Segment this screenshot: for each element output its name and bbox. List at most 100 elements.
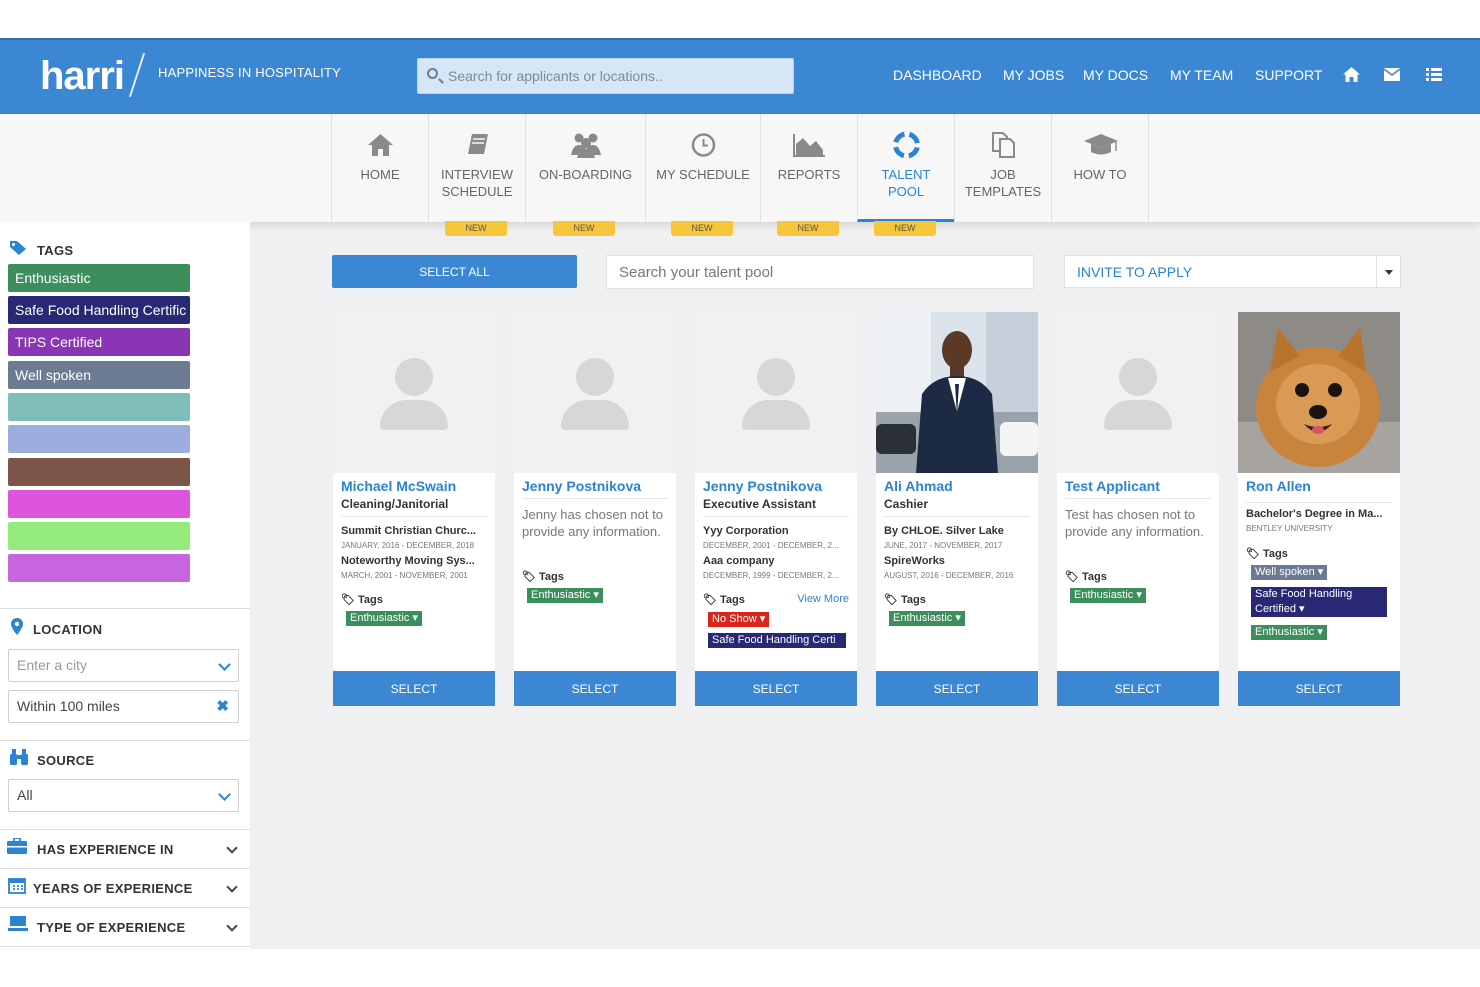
tag-chip[interactable]: No Show ▾ xyxy=(707,611,771,628)
divider xyxy=(0,868,250,869)
select-button[interactable]: SELECT xyxy=(1057,671,1219,706)
list-icon[interactable] xyxy=(1426,68,1442,81)
candidate-card[interactable]: Test Applicant Test has chosen not to pr… xyxy=(1057,312,1219,706)
tab-my-schedule[interactable]: MY SCHEDULE xyxy=(645,114,760,222)
tags-label: 🏷 Tags xyxy=(1065,571,1107,583)
invite-to-apply-label[interactable]: INVITE TO APPLY xyxy=(1077,264,1192,280)
envelope-icon[interactable] xyxy=(1384,68,1400,81)
view-more-link[interactable]: View More xyxy=(797,593,849,605)
tag-filter-color[interactable] xyxy=(8,490,190,518)
user-icon xyxy=(576,358,614,396)
tag-chip[interactable]: Safe Food Handling Certi xyxy=(707,632,847,649)
global-search-input[interactable] xyxy=(448,59,788,93)
tag-filter-color[interactable] xyxy=(8,554,190,582)
new-badge: NEW xyxy=(874,221,936,236)
avatar-placeholder xyxy=(695,312,857,473)
tab-job-templates[interactable]: JOB TEMPLATES xyxy=(954,114,1051,222)
candidate-degree: Bachelor's Degree in Ma... xyxy=(1246,508,1383,520)
nav-my-docs[interactable]: MY DOCS xyxy=(1083,67,1148,83)
candidate-name[interactable]: Ron Allen xyxy=(1246,478,1311,494)
select-button[interactable]: SELECT xyxy=(876,671,1038,706)
city-input[interactable]: Enter a city xyxy=(8,649,239,682)
tab-how-to[interactable]: HOW TO xyxy=(1051,114,1149,222)
divider xyxy=(0,740,250,741)
candidate-name[interactable]: Jenny Postnikova xyxy=(703,478,822,494)
book-icon xyxy=(468,134,488,154)
home-icon xyxy=(368,134,393,156)
tag-chip[interactable]: Enthusiastic ▾ xyxy=(526,587,604,604)
select-button[interactable]: SELECT xyxy=(514,671,676,706)
caret-down-icon[interactable] xyxy=(1385,270,1393,275)
tag-filter-enthusiastic[interactable]: Enthusiastic xyxy=(8,264,190,292)
candidate-card[interactable]: Ron Allen Bachelor's Degree in Ma... BEN… xyxy=(1238,312,1400,706)
tags-label: 🏷 Tags xyxy=(1246,548,1288,560)
select-button[interactable]: SELECT xyxy=(695,671,857,706)
tag-chip[interactable]: Safe Food Handling Certified ▾ xyxy=(1250,586,1388,618)
tab-on-boarding[interactable]: ON-BOARDING xyxy=(525,114,645,222)
tab-interview-schedule[interactable]: INTERVIEW SCHEDULE xyxy=(428,114,525,222)
nav-support[interactable]: SUPPORT xyxy=(1255,67,1322,83)
tag-filter-safe-food[interactable]: Safe Food Handling Certific xyxy=(8,296,190,324)
copy-icon xyxy=(992,132,1015,158)
tab-how-to-label: HOW TO xyxy=(1073,167,1127,182)
avatar-placeholder xyxy=(333,312,495,473)
candidate-card[interactable]: Jenny Postnikova Jenny has chosen not to… xyxy=(514,312,676,706)
employment-dates: MARCH, 2001 - NOVEMBER, 2001 xyxy=(341,571,468,580)
tag-chip[interactable]: Well spoken ▾ xyxy=(1250,564,1329,581)
invite-to-apply-dropdown[interactable]: INVITE TO APPLY xyxy=(1064,255,1401,288)
tab-on-boarding-label: ON-BOARDING xyxy=(538,167,633,182)
employer: By CHLOE. Silver Lake xyxy=(884,525,1004,537)
lifebuoy-icon xyxy=(893,131,920,159)
candidate-name[interactable]: Michael McSwain xyxy=(341,478,456,494)
radius-field[interactable]: Within 100 miles ✖ xyxy=(8,690,239,723)
candidate-school: BENTLEY UNIVERSITY xyxy=(1246,524,1333,533)
select-button[interactable]: SELECT xyxy=(1238,671,1400,706)
tag-filter-well-spoken[interactable]: Well spoken xyxy=(8,361,190,389)
new-badge: NEW xyxy=(445,221,507,236)
candidate-role: Cleaning/Janitorial xyxy=(341,497,449,511)
tag-chip[interactable]: Enthusiastic ▾ xyxy=(1069,587,1147,604)
employer: Summit Christian Churc... xyxy=(341,525,477,537)
type-experience-toggle[interactable]: TYPE OF EXPERIENCE xyxy=(0,916,250,940)
select-all-button[interactable]: SELECT ALL xyxy=(332,255,577,288)
select-button[interactable]: SELECT xyxy=(333,671,495,706)
tags-label: 🏷 Tags xyxy=(341,594,383,606)
tab-job-templates-label: JOB TEMPLATES xyxy=(964,167,1042,199)
source-select[interactable]: All xyxy=(8,779,239,812)
candidate-note: Test has chosen not to provide any infor… xyxy=(1065,507,1204,539)
tab-home[interactable]: HOME xyxy=(331,114,428,222)
has-experience-toggle[interactable]: HAS EXPERIENCE IN xyxy=(0,838,250,862)
tag-filter-color[interactable] xyxy=(8,393,190,421)
tag-filter-color[interactable] xyxy=(8,458,190,486)
candidate-name[interactable]: Ali Ahmad xyxy=(884,478,953,494)
candidate-card[interactable]: Michael McSwain Cleaning/Janitorial Summ… xyxy=(333,312,495,706)
tag-chip[interactable]: Enthusiastic ▾ xyxy=(345,610,423,627)
nav-my-jobs[interactable]: MY JOBS xyxy=(1003,67,1064,83)
tab-home-label: HOME xyxy=(360,167,400,182)
tag-chip[interactable]: Enthusiastic ▾ xyxy=(1250,624,1328,641)
close-icon[interactable]: ✖ xyxy=(216,691,229,722)
tag-filter-color[interactable] xyxy=(8,425,190,453)
module-nav: HOME INTERVIEW SCHEDULE ON-BOARDING MY S… xyxy=(0,114,1480,236)
divider xyxy=(0,946,250,947)
tag-filter-color[interactable] xyxy=(8,522,190,550)
talent-pool-search-input[interactable] xyxy=(606,255,1034,289)
candidate-name[interactable]: Jenny Postnikova xyxy=(522,478,641,494)
employer: Aaa company xyxy=(703,555,775,567)
home-icon[interactable] xyxy=(1342,66,1361,83)
nav-dashboard[interactable]: DASHBOARD xyxy=(893,67,982,83)
candidate-card[interactable]: Ali Ahmad Cashier By CHLOE. Silver Lake … xyxy=(876,312,1038,706)
search-icon xyxy=(427,68,438,79)
employer: SpireWorks xyxy=(884,555,945,567)
candidate-card[interactable]: Jenny Postnikova Executive Assistant Yyy… xyxy=(695,312,857,706)
tab-reports[interactable]: REPORTS xyxy=(760,114,857,222)
years-experience-toggle[interactable]: YEARS OF EXPERIENCE xyxy=(0,878,250,901)
nav-my-team[interactable]: MY TEAM xyxy=(1170,67,1233,83)
candidate-role: Executive Assistant xyxy=(703,497,816,511)
tag-chip[interactable]: Enthusiastic ▾ xyxy=(888,610,966,627)
tab-talent-pool[interactable]: TALENT POOL xyxy=(857,114,954,222)
tag-filter-tips[interactable]: TIPS Certified xyxy=(8,328,190,356)
harri-logo[interactable]: harri xyxy=(40,54,125,99)
chevron-down-icon xyxy=(226,881,238,893)
candidate-name[interactable]: Test Applicant xyxy=(1065,478,1160,494)
